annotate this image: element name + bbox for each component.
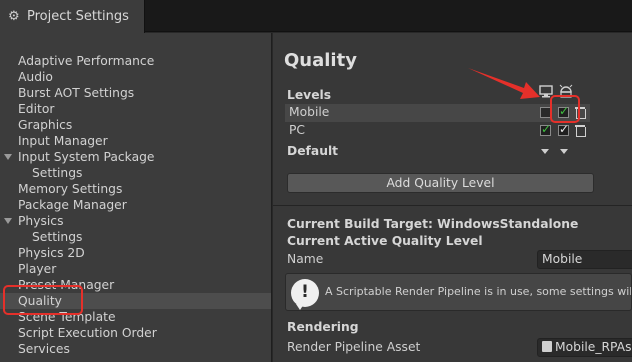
sidebar-item-graphics[interactable]: Graphics xyxy=(0,117,271,133)
levels-label: Levels xyxy=(287,88,332,102)
info-icon: ! xyxy=(291,279,319,310)
sidebar-item-label: Burst AOT Settings xyxy=(18,86,135,100)
quality-level-row-pc[interactable]: PC xyxy=(285,122,590,140)
trash-icon[interactable] xyxy=(575,125,586,137)
quality-highlight-box xyxy=(3,285,83,315)
default-android-dropdown-icon[interactable] xyxy=(560,149,568,154)
sidebar-item-label: Memory Settings xyxy=(18,182,123,196)
standalone-checkbox[interactable] xyxy=(540,122,551,136)
sidebar-item-input-manager[interactable]: Input Manager xyxy=(0,133,271,149)
window-tab[interactable]: ⚙ Project Settings xyxy=(0,0,145,33)
add-quality-level-button[interactable]: Add Quality Level xyxy=(287,173,594,193)
sidebar-item-input-system-settings[interactable]: Settings xyxy=(0,165,271,181)
quality-levels-list: Mobile PC xyxy=(285,103,590,139)
sidebar-item-memory-settings[interactable]: Memory Settings xyxy=(0,181,271,197)
sidebar-item-label: Physics 2D xyxy=(18,246,85,260)
expand-arrow-icon[interactable] xyxy=(4,154,12,160)
default-label: Default xyxy=(287,144,339,158)
quality-level-name: Mobile xyxy=(289,105,330,119)
android-checkbox[interactable] xyxy=(558,122,569,136)
render-pipeline-asset-value: Mobile_RPAsset xyxy=(555,340,632,354)
asset-icon xyxy=(542,341,552,352)
sidebar-item-label: Adaptive Performance xyxy=(18,54,155,68)
sidebar-item-label: Settings xyxy=(32,230,83,244)
quality-level-name: PC xyxy=(289,123,306,137)
annotation-arrow xyxy=(468,68,540,99)
checkbox-highlight-box xyxy=(550,95,580,123)
gear-icon: ⚙ xyxy=(8,8,20,24)
sidebar-item-label: Physics xyxy=(18,214,64,228)
sidebar-item-services[interactable]: Services xyxy=(0,341,271,357)
sidebar-item-label: Input Manager xyxy=(18,134,108,148)
help-message: A Scriptable Render Pipeline is in use, … xyxy=(325,285,631,298)
sidebar-item-label: Audio xyxy=(18,70,53,84)
sidebar-item-label: Services xyxy=(18,342,70,356)
quality-level-row-mobile[interactable]: Mobile xyxy=(285,104,590,122)
page-title: Quality xyxy=(284,50,357,71)
default-standalone-dropdown-icon[interactable] xyxy=(541,149,549,154)
title-bar: ⚙ Project Settings xyxy=(0,0,632,33)
sidebar-item-label: Player xyxy=(18,262,57,276)
sidebar-item-label: Settings xyxy=(32,166,83,180)
sidebar-item-burst-aot-settings[interactable]: Burst AOT Settings xyxy=(0,85,271,101)
sidebar-item-physics-2d[interactable]: Physics 2D xyxy=(0,245,271,261)
srp-info-helpbox: ! A Scriptable Render Pipeline is in use… xyxy=(285,273,632,311)
sidebar-item-label: Input System Package xyxy=(18,150,155,164)
sidebar-item-player[interactable]: Player xyxy=(0,261,271,277)
current-build-target: Current Build Target: WindowsStandalone xyxy=(287,217,579,231)
sidebar-item-label: Editor xyxy=(18,102,55,116)
sidebar-item-script-execution-order[interactable]: Script Execution Order xyxy=(0,325,271,341)
rendering-label: Rendering xyxy=(287,320,359,334)
sidebar-item-audio[interactable]: Audio xyxy=(0,69,271,85)
sidebar-item-editor[interactable]: Editor xyxy=(0,101,271,117)
divider xyxy=(273,205,632,206)
sidebar-item-label: Package Manager xyxy=(18,198,127,212)
render-pipeline-asset-field[interactable]: Mobile_RPAsset xyxy=(537,338,632,357)
name-label: Name xyxy=(287,252,324,266)
quality-panel: Quality Levels Mobile PC Default Add Qua… xyxy=(273,33,632,362)
sidebar-item-label: Script Execution Order xyxy=(18,326,157,340)
name-field[interactable]: Mobile xyxy=(537,250,632,269)
render-pipeline-asset-label: Render Pipeline Asset xyxy=(287,340,421,354)
current-active-quality-level: Current Active Quality Level xyxy=(287,234,483,248)
sidebar-item-physics-settings[interactable]: Settings xyxy=(0,229,271,245)
sidebar-item-package-manager[interactable]: Package Manager xyxy=(0,197,271,213)
sidebar-item-label: Graphics xyxy=(18,118,73,132)
window-tab-title: Project Settings xyxy=(27,9,129,24)
sidebar-item-adaptive-performance[interactable]: Adaptive Performance xyxy=(0,53,271,69)
sidebar-item-physics[interactable]: Physics xyxy=(0,213,271,229)
sidebar-item-input-system-package[interactable]: Input System Package xyxy=(0,149,271,165)
expand-arrow-icon[interactable] xyxy=(4,218,12,224)
